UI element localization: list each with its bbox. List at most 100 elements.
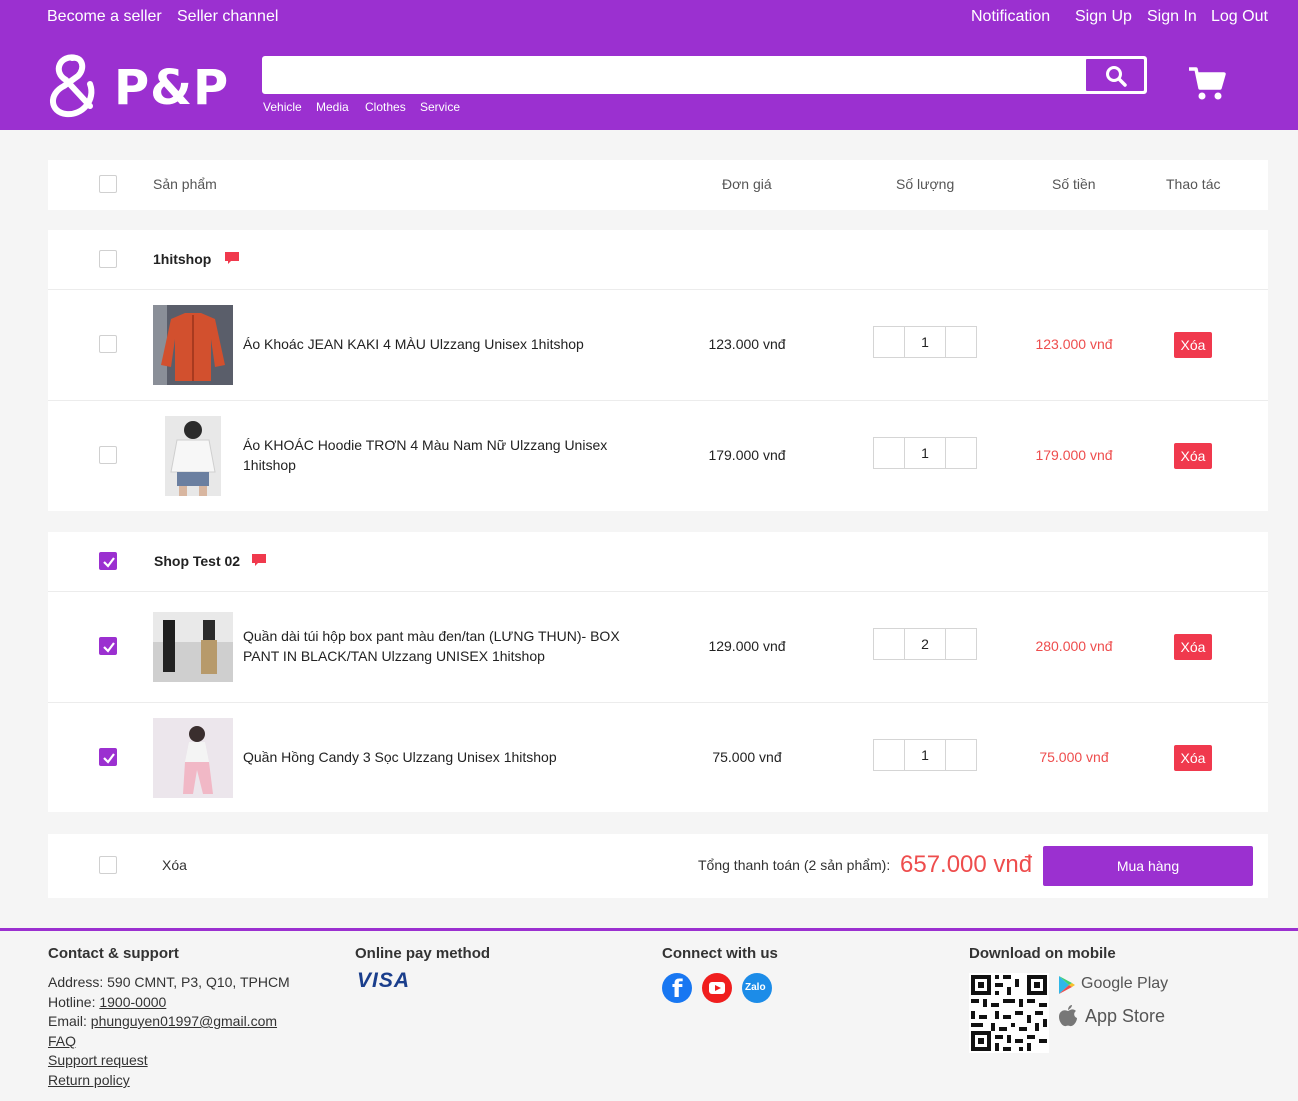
sign-up-link[interactable]: Sign Up xyxy=(1075,8,1132,26)
facebook-icon[interactable]: f xyxy=(662,973,692,1003)
unit-price: 179.000 vnđ xyxy=(708,447,786,463)
shop-checkbox[interactable] xyxy=(99,552,117,570)
email-link[interactable]: phunguyen01997@gmail.com xyxy=(91,1013,277,1029)
decrease-button[interactable] xyxy=(873,628,905,660)
product-name[interactable]: Quần dài túi hộp box pant màu đen/tan (L… xyxy=(243,626,663,646)
seller-channel-link[interactable]: Seller channel xyxy=(177,8,278,26)
download-title: Download on mobile xyxy=(969,945,1116,962)
product-name-line2[interactable]: 1hitshop xyxy=(243,455,643,475)
product-thumbnail[interactable] xyxy=(153,612,233,682)
chat-icon[interactable] xyxy=(252,554,266,566)
item-checkbox[interactable] xyxy=(99,748,117,766)
youtube-icon[interactable] xyxy=(702,973,732,1003)
sign-in-link[interactable]: Sign In xyxy=(1147,8,1197,26)
check-icon xyxy=(103,557,115,568)
zalo-icon[interactable]: Zalo xyxy=(742,973,772,1003)
google-play-label: Google Play xyxy=(1081,975,1169,992)
category-link-media[interactable]: Media xyxy=(316,100,349,114)
hoodie-image-icon xyxy=(165,416,221,496)
search-input[interactable] xyxy=(264,58,1084,92)
apple-icon xyxy=(1059,1005,1077,1027)
column-quantity: Số lượng xyxy=(896,176,955,192)
checkout-button[interactable]: Mua hàng xyxy=(1043,846,1253,886)
shop-checkbox[interactable] xyxy=(99,250,117,268)
delete-item-button[interactable]: Xóa xyxy=(1174,634,1212,660)
logo-text: P&P xyxy=(114,60,230,116)
product-name[interactable]: Áo Khoác JEAN KAKI 4 MÀU Ulzzang Unisex … xyxy=(243,334,643,354)
check-icon xyxy=(103,753,115,764)
search-icon xyxy=(1106,66,1127,87)
log-out-link[interactable]: Log Out xyxy=(1211,8,1268,26)
product-name[interactable]: Quần Hồng Candy 3 Sọc Ulzzang Unisex 1hi… xyxy=(243,747,643,767)
unit-price: 75.000 vnđ xyxy=(712,749,782,765)
visa-logo: VISA xyxy=(357,969,411,992)
cart-button[interactable] xyxy=(1188,66,1226,102)
become-seller-link[interactable]: Become a seller xyxy=(47,8,162,26)
hotline-link[interactable]: 1900-0000 xyxy=(99,994,166,1010)
connect-title: Connect with us xyxy=(662,945,778,962)
category-link-service[interactable]: Service xyxy=(420,100,460,114)
quantity-input[interactable]: 1 xyxy=(904,326,946,358)
shop-name[interactable]: 1hitshop xyxy=(153,251,211,267)
divider xyxy=(48,400,1268,401)
quantity-input[interactable]: 2 xyxy=(904,628,946,660)
decrease-button[interactable] xyxy=(873,437,905,469)
decrease-button[interactable] xyxy=(873,739,905,771)
increase-button[interactable] xyxy=(945,628,977,660)
pay-method-title: Online pay method xyxy=(355,945,491,962)
increase-button[interactable] xyxy=(945,739,977,771)
product-thumbnail[interactable] xyxy=(153,718,233,798)
product-thumbnail[interactable] xyxy=(153,416,233,496)
site-logo[interactable]: P&P xyxy=(46,50,230,122)
delete-item-button[interactable]: Xóa xyxy=(1174,443,1212,469)
increase-button[interactable] xyxy=(945,437,977,469)
notification-link[interactable]: Notification xyxy=(971,8,1050,26)
delete-item-button[interactable]: Xóa xyxy=(1174,745,1212,771)
divider xyxy=(48,702,1268,703)
return-policy-link[interactable]: Return policy xyxy=(48,1072,130,1088)
product-name[interactable]: Áo KHOÁC Hoodie TRƠN 4 Màu Nam Nữ Ulzzan… xyxy=(243,435,643,455)
shop-group: Shop Test 02 Quần dài túi hộp box pant m… xyxy=(48,532,1268,812)
cart-header-row: Sản phẩm Đơn giá Số lượng Số tiền Thao t… xyxy=(48,160,1268,210)
site-header: Become a seller Seller channel Notificat… xyxy=(0,0,1298,130)
category-link-clothes[interactable]: Clothes xyxy=(365,100,406,114)
product-thumbnail[interactable] xyxy=(153,305,233,385)
site-footer: Contact & support Address: 590 CMNT, P3,… xyxy=(0,931,1298,1101)
select-all-bottom-checkbox[interactable] xyxy=(99,856,117,874)
delete-item-button[interactable]: Xóa xyxy=(1174,332,1212,358)
checkout-bar: Xóa Tổng thanh toán (2 sản phẩm): 657.00… xyxy=(48,834,1268,898)
total-amount: 657.000 vnđ xyxy=(900,851,1033,878)
unit-price: 123.000 vnđ xyxy=(708,336,786,352)
email-row: Email: phunguyen01997@gmail.com xyxy=(48,1013,277,1029)
item-total: 123.000 vnđ xyxy=(1035,336,1113,352)
decrease-button[interactable] xyxy=(873,326,905,358)
contact-title: Contact & support xyxy=(48,945,179,962)
pants-image-icon xyxy=(153,612,233,682)
app-store-label: App Store xyxy=(1085,1006,1166,1026)
product-name-line2[interactable]: PANT IN BLACK/TAN Ulzzang UNISEX 1hitsho… xyxy=(243,646,663,666)
qr-code-icon[interactable] xyxy=(969,973,1049,1053)
increase-button[interactable] xyxy=(945,326,977,358)
quantity-input[interactable]: 1 xyxy=(904,739,946,771)
category-link-vehicle[interactable]: Vehicle xyxy=(263,100,302,114)
shopping-cart-icon xyxy=(1189,67,1226,100)
search-button[interactable] xyxy=(1085,58,1145,92)
quantity-stepper: 1 xyxy=(873,326,977,358)
item-checkbox[interactable] xyxy=(99,446,117,464)
logo-mark-icon xyxy=(50,54,95,118)
check-icon xyxy=(103,642,115,653)
select-all-checkbox[interactable] xyxy=(99,175,117,193)
support-request-link[interactable]: Support request xyxy=(48,1052,148,1068)
item-checkbox[interactable] xyxy=(99,637,117,655)
email-label: Email: xyxy=(48,1013,91,1029)
quantity-input[interactable]: 1 xyxy=(904,437,946,469)
shop-group: 1hitshop Áo Khoác JEAN KAKI 4 MÀU Ulzzan… xyxy=(48,230,1268,511)
chat-icon[interactable] xyxy=(225,252,239,264)
shop-name[interactable]: Shop Test 02 xyxy=(154,553,240,569)
column-unit-price: Đơn giá xyxy=(722,176,772,192)
zalo-label: Zalo xyxy=(745,982,766,993)
item-checkbox[interactable] xyxy=(99,335,117,353)
delete-selected-button[interactable]: Xóa xyxy=(162,857,187,873)
faq-link[interactable]: FAQ xyxy=(48,1033,76,1049)
hotline-row: Hotline: 1900-0000 xyxy=(48,994,166,1010)
